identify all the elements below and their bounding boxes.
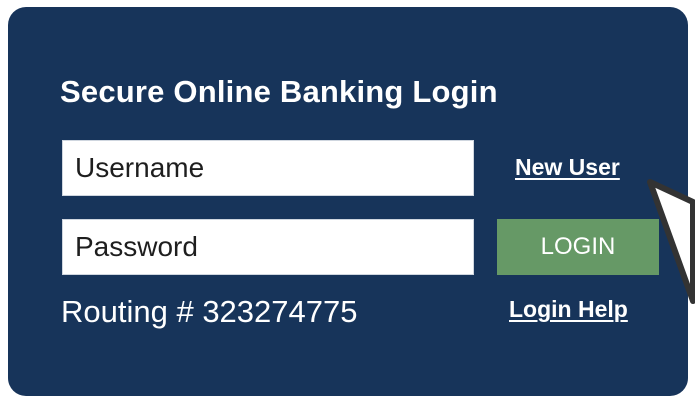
password-input[interactable]: [62, 219, 474, 275]
login-button[interactable]: LOGIN: [497, 219, 659, 275]
secure-login-panel: Secure Online Banking Login New User LOG…: [8, 7, 688, 396]
banking-login-screenshot: Secure Online Banking Login New User LOG…: [0, 0, 695, 401]
routing-number-text: Routing # 323274775: [61, 294, 358, 329]
new-user-link[interactable]: New User: [515, 154, 620, 180]
mouse-pointer-icon: [645, 177, 695, 315]
login-title: Secure Online Banking Login: [60, 74, 498, 109]
username-input[interactable]: [62, 140, 474, 196]
login-help-link[interactable]: Login Help: [509, 296, 628, 322]
